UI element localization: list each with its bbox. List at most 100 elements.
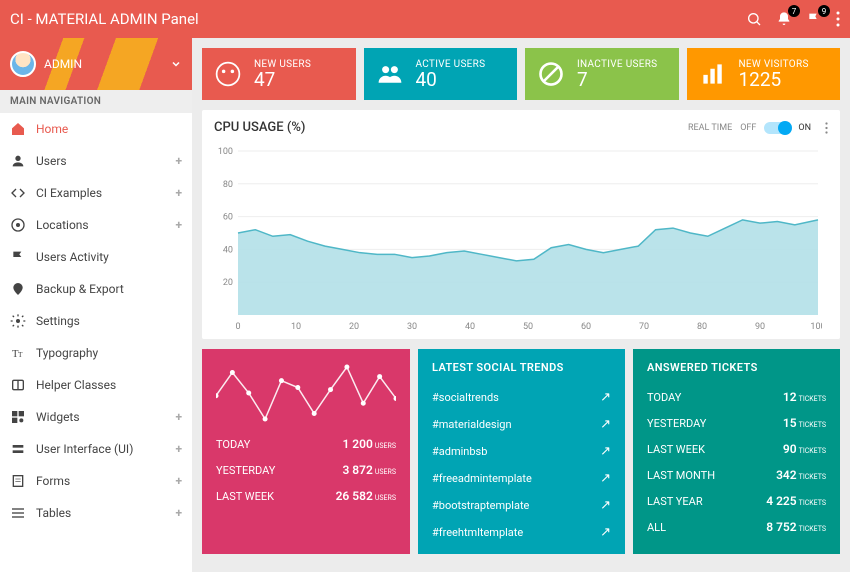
more-icon[interactable] xyxy=(825,122,828,134)
app-title: CI - MATERIAL ADMIN Panel xyxy=(10,10,746,28)
sidebar-item-backup-export[interactable]: Backup & Export xyxy=(0,273,192,305)
nav-label: Widgets xyxy=(36,410,80,424)
nav-label: Settings xyxy=(36,314,80,328)
nav-icon xyxy=(10,505,26,521)
realtime-off: OFF xyxy=(740,123,756,133)
expand-icon: + xyxy=(175,186,182,200)
more-icon[interactable] xyxy=(836,11,840,27)
svg-text:100: 100 xyxy=(810,322,822,332)
realtime-on: ON xyxy=(798,123,811,133)
trend-row[interactable]: #freehtmltemplate↗ xyxy=(432,519,611,546)
svg-text:60: 60 xyxy=(581,322,591,332)
trend-row[interactable]: #materialdesign↗ xyxy=(432,411,611,438)
nav-label: Locations xyxy=(36,218,89,232)
nav-label: Users Activity xyxy=(36,250,109,264)
card-value: 7 xyxy=(577,70,657,89)
nav-label: Home xyxy=(36,122,68,136)
nav-icon xyxy=(10,313,26,329)
stat-card-inactive-users[interactable]: INACTIVE USERS7 xyxy=(525,48,679,100)
nav-icon xyxy=(10,121,26,137)
realtime-toggle[interactable] xyxy=(764,122,790,134)
nav-label: Helper Classes xyxy=(36,378,116,392)
cpu-chart: 204060801000102030405060708090100 xyxy=(214,143,828,333)
flag-icon[interactable]: 9 xyxy=(806,11,822,27)
svg-text:60: 60 xyxy=(223,213,233,223)
svg-text:10: 10 xyxy=(291,322,301,332)
nav-label: Tables xyxy=(36,506,71,520)
cpu-panel: CPU USAGE (%) REAL TIME OFF ON 204060801… xyxy=(202,110,840,339)
tickets-card: ANSWERED TICKETS TODAY12TICKETSYESTERDAY… xyxy=(633,349,840,554)
expand-icon: + xyxy=(175,506,182,520)
sidebar-item-typography[interactable]: TT Typography xyxy=(0,337,192,369)
visit-row: LAST WEEK26 582USERS xyxy=(216,483,396,509)
sidebar-item-ci-examples[interactable]: CI Examples+ xyxy=(0,177,192,209)
tickets-title: ANSWERED TICKETS xyxy=(647,361,826,374)
svg-text:50: 50 xyxy=(523,322,533,332)
nav-icon xyxy=(10,217,26,233)
expand-icon: + xyxy=(175,474,182,488)
sidebar-item-tables[interactable]: Tables + xyxy=(0,497,192,529)
svg-text:T: T xyxy=(18,350,23,359)
nav-icon xyxy=(10,281,26,297)
svg-text:40: 40 xyxy=(223,245,233,255)
sidebar-item-users-activity[interactable]: Users Activity xyxy=(0,241,192,273)
nav-icon xyxy=(10,473,26,489)
card-icon xyxy=(376,60,404,88)
nav-label: Backup & Export xyxy=(36,282,124,296)
svg-text:0: 0 xyxy=(235,322,240,332)
nav-icon xyxy=(10,185,26,201)
chevron-down-icon xyxy=(170,58,182,70)
nav-label: User Interface (UI) xyxy=(36,442,133,456)
user-info[interactable]: ADMIN xyxy=(0,38,192,90)
ticket-row: LAST YEAR4 225TICKETS xyxy=(647,488,826,514)
content: NEW USERS47ACTIVE USERS40INACTIVE USERS7… xyxy=(192,38,850,572)
sidebar-item-user-interface-ui-[interactable]: User Interface (UI) + xyxy=(0,433,192,465)
ticket-row: TODAY12TICKETS xyxy=(647,384,826,410)
trend-row[interactable]: #socialtrends↗ xyxy=(432,384,611,411)
sidebar-item-locations[interactable]: Locations + xyxy=(0,209,192,241)
trend-row[interactable]: #freeadmintemplate↗ xyxy=(432,465,611,492)
stat-card-new-users[interactable]: NEW USERS47 xyxy=(202,48,356,100)
stat-card-active-users[interactable]: ACTIVE USERS40 xyxy=(364,48,518,100)
svg-text:100: 100 xyxy=(218,147,233,157)
svg-text:80: 80 xyxy=(223,180,233,190)
stat-card-new-visitors[interactable]: NEW VISITORS1225 xyxy=(687,48,841,100)
nav-label: Typography xyxy=(36,346,98,360)
bell-icon[interactable]: 7 xyxy=(776,11,792,27)
sidebar-item-settings[interactable]: Settings xyxy=(0,305,192,337)
sidebar-item-helper-classes[interactable]: Helper Classes xyxy=(0,369,192,401)
card-value: 40 xyxy=(416,70,486,89)
svg-text:20: 20 xyxy=(223,278,233,288)
expand-icon: + xyxy=(175,154,182,168)
realtime-toggle-group: REAL TIME OFF ON xyxy=(688,122,828,134)
sidebar-item-widgets[interactable]: Widgets + xyxy=(0,401,192,433)
card-label: INACTIVE USERS xyxy=(577,59,657,70)
stat-cards: NEW USERS47ACTIVE USERS40INACTIVE USERS7… xyxy=(202,48,840,100)
card-icon xyxy=(537,60,565,88)
expand-icon: + xyxy=(175,442,182,456)
sidebar-item-users[interactable]: Users + xyxy=(0,145,192,177)
nav-label: Users xyxy=(36,154,67,168)
sidebar-item-home[interactable]: Home xyxy=(0,113,192,145)
ticket-row: YESTERDAY15TICKETS xyxy=(647,410,826,436)
nav-icon xyxy=(10,377,26,393)
expand-icon: + xyxy=(175,218,182,232)
search-icon[interactable] xyxy=(746,11,762,27)
svg-text:20: 20 xyxy=(349,322,359,332)
ticket-row: LAST WEEK90TICKETS xyxy=(647,436,826,462)
nav-section-label: MAIN NAVIGATION xyxy=(0,90,192,113)
expand-icon: + xyxy=(175,410,182,424)
svg-text:90: 90 xyxy=(755,322,765,332)
nav: HomeUsers+CI Examples+Locations+Users Ac… xyxy=(0,113,192,572)
visit-row: YESTERDAY3 872USERS xyxy=(216,457,396,483)
nav-icon: TT xyxy=(10,345,26,361)
trend-row[interactable]: #adminbsb↗ xyxy=(432,438,611,465)
notif-badge: 7 xyxy=(788,5,800,17)
nav-icon xyxy=(10,153,26,169)
user-name: ADMIN xyxy=(44,57,162,71)
avatar xyxy=(10,51,36,77)
sidebar-item-forms[interactable]: Forms+ xyxy=(0,465,192,497)
visit-row: TODAY1 200USERS xyxy=(216,431,396,457)
trend-row[interactable]: #bootstraptemplate↗ xyxy=(432,492,611,519)
topbar: CI - MATERIAL ADMIN Panel 7 9 xyxy=(0,0,850,38)
